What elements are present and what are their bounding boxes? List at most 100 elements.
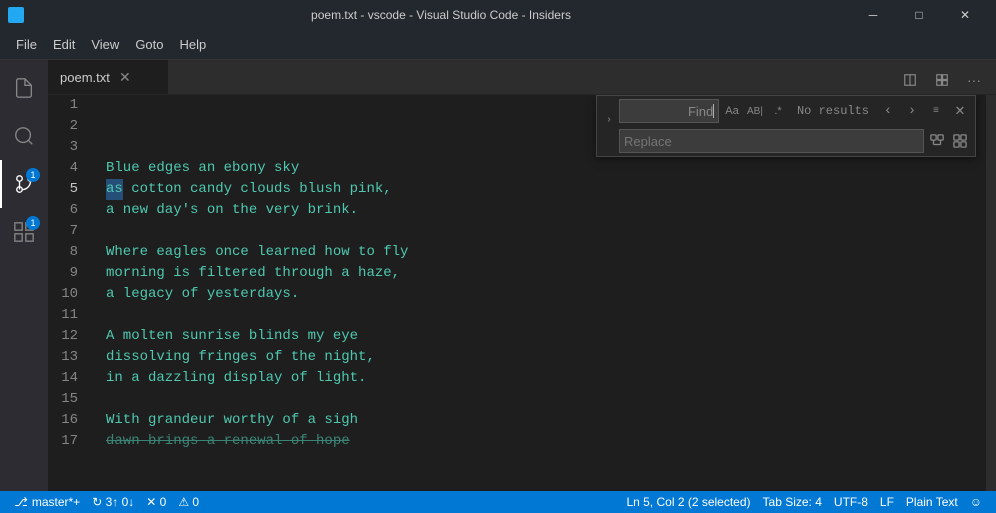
line-num-16: 16: [48, 410, 86, 431]
code-line-9: morning is filtered through a haze,: [106, 263, 978, 284]
menu-goto[interactable]: Goto: [127, 30, 171, 60]
title-bar: ≋ poem.txt - vscode - Visual Studio Code…: [0, 0, 996, 30]
find-options: Aa AB| .*: [721, 100, 789, 122]
code-line-17: dawn brings a renewal of hope: [106, 431, 978, 452]
split-editor-button[interactable]: [896, 66, 924, 94]
extensions-badge: 1: [26, 216, 40, 230]
replace-row: [597, 126, 975, 156]
tab-poem[interactable]: poem.txt ✕: [48, 60, 168, 94]
window-controls: ─ □ ✕: [850, 0, 988, 30]
regex-button[interactable]: .*: [767, 100, 789, 122]
code-line-7: [106, 221, 978, 242]
find-row: › Find Aa AB| .* No results ‹ › ≡: [597, 96, 975, 126]
line-num-12: 12: [48, 326, 86, 347]
line-ending-label: LF: [880, 495, 894, 509]
sync-status[interactable]: ↻ 3↑ 0↓: [86, 491, 140, 513]
code-line-5: as cotton candy clouds blush pink,: [106, 179, 978, 200]
code-line-6: a new day's on the very brink.: [106, 200, 978, 221]
code-line-13: dissolving fringes of the night,: [106, 347, 978, 368]
editor-area: poem.txt ✕ ·: [48, 60, 996, 491]
code-line-10: a legacy of yesterdays.: [106, 284, 978, 305]
feedback-status[interactable]: ☺: [964, 491, 988, 513]
line-num-14: 14: [48, 368, 86, 389]
errors-status[interactable]: ✕ 0: [140, 491, 172, 513]
line-num-8: 8: [48, 242, 86, 263]
close-button[interactable]: ✕: [942, 0, 988, 30]
app-icon: ≋: [8, 7, 24, 23]
files-icon[interactable]: [0, 64, 48, 112]
find-next-button[interactable]: ›: [901, 100, 923, 122]
warnings-label: ⚠ 0: [178, 495, 199, 509]
find-label: Find: [688, 101, 713, 122]
position-status[interactable]: Ln 5, Col 2 (2 selected): [620, 491, 756, 513]
branch-icon: ⎇: [14, 495, 28, 509]
line-num-4: 4: [48, 158, 86, 179]
replace-all-button[interactable]: [949, 130, 971, 152]
code-editor[interactable]: › Find Aa AB| .* No results ‹ › ≡: [48, 95, 996, 491]
selection-highlight: as: [106, 179, 123, 200]
find-input-wrap: Find: [619, 99, 719, 123]
menu-edit[interactable]: Edit: [45, 30, 83, 60]
encoding-label: UTF-8: [834, 495, 868, 509]
tab-filename: poem.txt: [60, 70, 110, 85]
code-line-15: [106, 389, 978, 410]
position-label: Ln 5, Col 2 (2 selected): [626, 495, 750, 509]
code-line-14: in a dazzling display of light.: [106, 368, 978, 389]
line-numbers: 1 2 3 4 5 6 7 8 9 10 11 12 13 14 15 16 1…: [48, 95, 98, 491]
search-icon[interactable]: [0, 112, 48, 160]
status-bar: ⎇ master*+ ↻ 3↑ 0↓ ✕ 0 ⚠ 0 Ln 5, Col 2 (…: [0, 491, 996, 513]
code-line-11: [106, 305, 978, 326]
find-close-button[interactable]: ✕: [949, 100, 971, 122]
line-num-13: 13: [48, 347, 86, 368]
find-result-text: No results: [791, 101, 875, 122]
find-widget: › Find Aa AB| .* No results ‹ › ≡: [596, 95, 976, 157]
tab-size-label: Tab Size: 4: [763, 495, 822, 509]
match-case-button[interactable]: Aa: [721, 100, 743, 122]
menu-file[interactable]: File: [8, 30, 45, 60]
menu-view[interactable]: View: [83, 30, 127, 60]
line-num-1: 1: [48, 95, 86, 116]
tab-close-button[interactable]: ✕: [116, 68, 134, 86]
language-status[interactable]: Plain Text: [900, 491, 964, 513]
encoding-status[interactable]: UTF-8: [828, 491, 874, 513]
replace-input-wrap: [619, 129, 924, 153]
editor-layout-button[interactable]: [928, 66, 956, 94]
source-control-icon[interactable]: 1: [0, 160, 48, 208]
replace-one-button[interactable]: [926, 130, 948, 152]
line-num-17: 17: [48, 431, 86, 452]
find-prev-button[interactable]: ‹: [877, 100, 899, 122]
code-line-16: With grandeur worthy of a sigh: [106, 410, 978, 431]
code-line-12: A molten sunrise blinds my eye: [106, 326, 978, 347]
maximize-button[interactable]: □: [896, 0, 942, 30]
source-control-badge: 1: [26, 168, 40, 182]
vertical-scrollbar[interactable]: [986, 95, 996, 491]
replace-buttons: [926, 130, 971, 152]
branch-name: master*+: [32, 495, 80, 509]
feedback-icon: ☺: [970, 495, 982, 509]
branch-status[interactable]: ⎇ master*+: [8, 491, 86, 513]
line-num-6: 6: [48, 200, 86, 221]
menu-bar: File Edit View Goto Help: [0, 30, 996, 60]
find-list-button[interactable]: ≡: [925, 100, 947, 122]
code-line-4: Blue edges an ebony sky: [106, 158, 978, 179]
line-num-5: 5: [48, 179, 86, 200]
line-num-7: 7: [48, 221, 86, 242]
sync-label: ↻ 3↑ 0↓: [92, 495, 134, 509]
more-actions-button[interactable]: ···: [960, 66, 988, 94]
whole-word-button[interactable]: AB|: [744, 100, 766, 122]
line-num-9: 9: [48, 263, 86, 284]
line-num-11: 11: [48, 305, 86, 326]
minimize-button[interactable]: ─: [850, 0, 896, 30]
code-line-8: Where eagles once learned how to fly: [106, 242, 978, 263]
tab-size-status[interactable]: Tab Size: 4: [757, 491, 828, 513]
find-input[interactable]: [624, 104, 688, 119]
replace-input[interactable]: [624, 134, 919, 149]
warnings-status[interactable]: ⚠ 0: [172, 491, 205, 513]
extensions-icon[interactable]: 1: [0, 208, 48, 256]
menu-help[interactable]: Help: [172, 30, 215, 60]
line-ending-status[interactable]: LF: [874, 491, 900, 513]
main-layout: 1 1 poem.txt ✕: [0, 60, 996, 491]
activity-bar: 1 1: [0, 60, 48, 491]
line-num-15: 15: [48, 389, 86, 410]
line-num-3: 3: [48, 137, 86, 158]
